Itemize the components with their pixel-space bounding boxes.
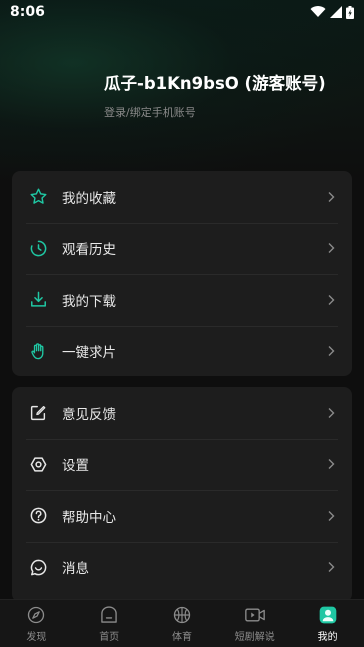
profile-section[interactable]: 瓜子-b1Kn9bsO (游客账号) 登录/绑定手机账号 xyxy=(0,60,364,130)
star-icon xyxy=(28,187,48,207)
tab-label: 发现 xyxy=(26,631,47,643)
menu-item-help-center[interactable]: 帮助中心 xyxy=(12,490,352,542)
download-icon xyxy=(28,290,48,310)
signal-icon xyxy=(330,6,342,18)
menu-item-label: 消息 xyxy=(62,561,89,578)
compass-icon xyxy=(28,606,45,623)
tab-mine[interactable]: 我的 xyxy=(292,600,364,647)
menu-item-downloads[interactable]: 我的下载 xyxy=(12,274,352,326)
help-icon xyxy=(28,506,48,526)
menu-card-primary: 我的收藏 观看历史 我的下载 一键求片 xyxy=(12,171,352,376)
chevron-right-icon xyxy=(328,294,335,305)
tab-short-drama[interactable]: 短剧解说 xyxy=(219,600,291,647)
chevron-right-icon xyxy=(328,243,335,254)
menu-item-label: 意见反馈 xyxy=(62,406,116,423)
menu-item-favorites[interactable]: 我的收藏 xyxy=(12,171,352,223)
history-clock-icon xyxy=(28,238,48,258)
tab-label: 首页 xyxy=(99,631,120,643)
chevron-right-icon xyxy=(328,346,335,357)
menu-item-feedback[interactable]: 意见反馈 xyxy=(12,387,352,439)
avatar[interactable] xyxy=(24,64,86,126)
tab-label: 体育 xyxy=(171,631,192,643)
settings-icon xyxy=(28,454,48,474)
status-time: 8:06 xyxy=(10,4,45,20)
basketball-icon xyxy=(173,606,191,623)
menu-item-label: 我的收藏 xyxy=(62,190,116,207)
video-icon xyxy=(244,608,265,621)
user-name: 瓜子-b1Kn9bsO (游客账号) xyxy=(104,74,326,93)
wifi-icon xyxy=(310,6,326,18)
menu-item-label: 帮助中心 xyxy=(62,509,116,526)
edit-feedback-icon xyxy=(28,403,48,423)
profile-icon xyxy=(319,606,336,623)
menu-card-secondary: 意见反馈 设置 帮助中心 消息 xyxy=(12,387,352,602)
battery-icon xyxy=(346,5,354,19)
menu-item-history[interactable]: 观看历史 xyxy=(12,222,352,275)
chevron-right-icon xyxy=(328,407,335,418)
message-icon xyxy=(28,557,48,577)
menu-item-label: 我的下载 xyxy=(62,293,116,310)
tab-label: 我的 xyxy=(317,631,338,643)
chevron-right-icon xyxy=(328,191,335,202)
chevron-right-icon xyxy=(328,562,335,573)
tab-home[interactable]: 首页 xyxy=(73,600,145,647)
menu-item-request-movie[interactable]: 一键求片 xyxy=(12,325,352,378)
home-icon xyxy=(101,605,117,623)
menu-item-label: 设置 xyxy=(62,458,89,475)
status-bar: 8:06 xyxy=(0,0,364,24)
status-icons xyxy=(310,5,354,19)
chevron-right-icon xyxy=(328,459,335,470)
bottom-tab-bar: 发现 首页 体育 短剧解说 我的 xyxy=(0,599,364,647)
chevron-right-icon xyxy=(328,510,335,521)
tab-label: 短剧解说 xyxy=(234,631,275,643)
hand-icon xyxy=(28,341,48,361)
menu-item-label: 一键求片 xyxy=(62,345,116,362)
menu-item-messages[interactable]: 消息 xyxy=(12,541,352,594)
tab-sports[interactable]: 体育 xyxy=(146,600,218,647)
tab-discover[interactable]: 发现 xyxy=(0,600,72,647)
login-bind-link[interactable]: 登录/绑定手机账号 xyxy=(104,104,196,120)
menu-item-settings[interactable]: 设置 xyxy=(12,438,352,491)
menu-item-label: 观看历史 xyxy=(62,242,116,259)
